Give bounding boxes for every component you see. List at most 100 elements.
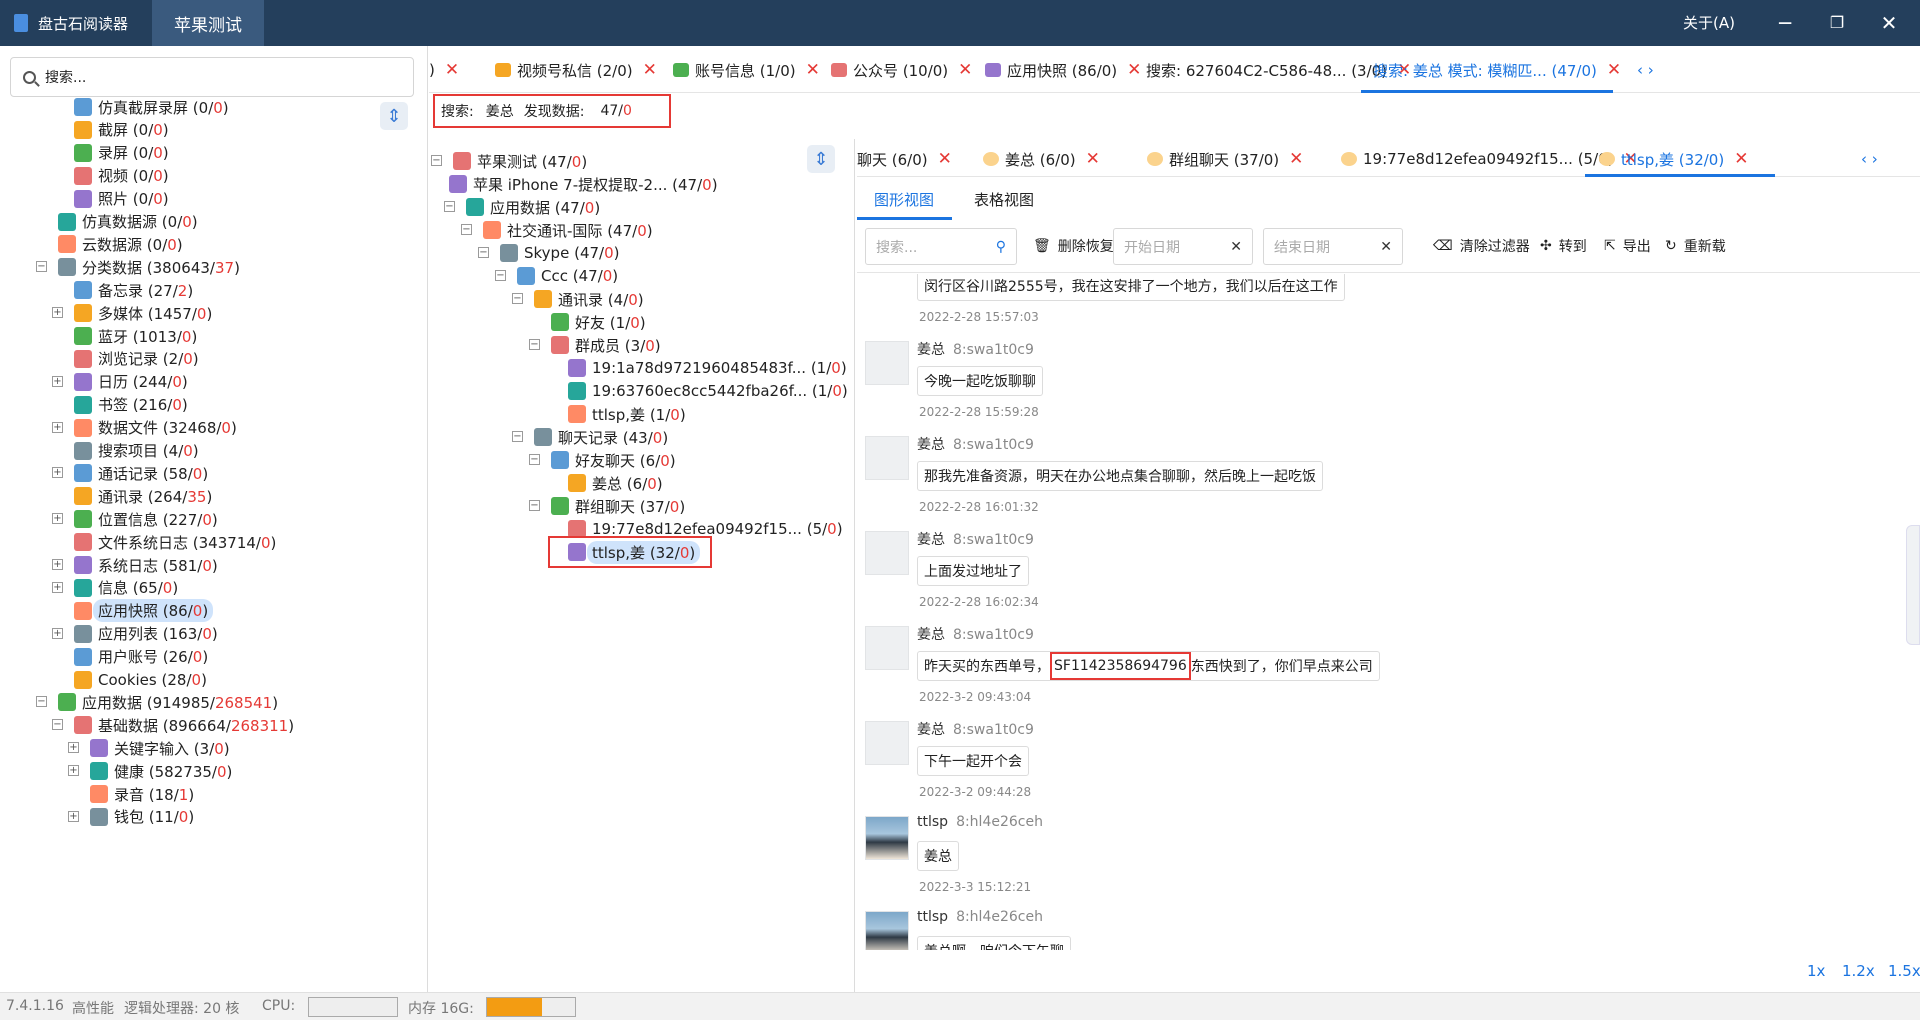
close-tab-icon[interactable]: ✕ [445,60,459,80]
result-tab[interactable]: 账号信息 (1/0) ✕ [673,58,820,82]
expander-icon[interactable]: − [478,247,489,258]
start-date-field[interactable]: 开始日期 ✕ [1113,228,1253,265]
result-tab[interactable]: 搜索: 627604C2-C586-48... (3/0) ✕ [1146,58,1411,82]
end-date-field[interactable]: 结束日期 ✕ [1263,228,1403,265]
expander-icon[interactable]: + [68,810,79,822]
result-tab[interactable]: 应用快照 (86/0) ✕ [985,58,1141,82]
clear-filter-button[interactable]: ⌫ 清除过滤器 [1433,236,1530,256]
tree-item[interactable]: 通讯录 (264/35) [74,484,212,508]
chat-tab[interactable]: 聊天 (6/0) ✕ [857,147,952,171]
result-tree-item[interactable]: 聊天记录 (43/0) [534,425,668,449]
result-tree-item[interactable]: 苹果 iPhone 7-提权提取-2... (47/0) [449,172,718,196]
expander-icon[interactable]: − [36,261,47,273]
chat-tab[interactable]: ttlsp,姜 (32/0) ✕ [1599,147,1748,171]
expander-icon[interactable]: − [512,431,523,442]
result-tab[interactable]: 搜索: 姜总 模式: 模糊匹... (47/0) ✕ [1373,58,1621,82]
result-tree-item[interactable]: Ccc (47/0) [517,264,618,288]
result-tree-item[interactable]: 社交通讯-国际 (47/0) [483,218,653,242]
zoom-option[interactable]: 1.5x [1888,962,1920,980]
result-tree-item[interactable]: 好友 (1/0) [551,310,646,334]
tree-item[interactable]: 蓝牙 (1013/0) [74,324,197,348]
search-input[interactable]: 搜索... [10,57,414,97]
close-tab-icon[interactable]: ✕ [958,60,972,80]
tree-item[interactable]: 仿真截屏录屏 (0/0) [74,95,229,119]
case-tab[interactable]: 苹果测试 [152,0,264,46]
goto-button[interactable]: ✣ 转到 [1540,236,1587,256]
expander-icon[interactable]: + [52,513,63,525]
result-tree-item[interactable]: 群组聊天 (37/0) [551,494,685,518]
chat-search-input[interactable]: 搜索... ⚲ [865,228,1017,265]
expander-icon[interactable]: − [529,454,540,465]
tree-item[interactable]: 云数据源 (0/0) [58,232,183,256]
tree-item[interactable]: 录屏 (0/0) [74,141,169,165]
collapse-all-icon[interactable]: ⇕ [380,102,408,130]
close-icon[interactable]: ✕ [1874,8,1904,38]
result-tree-item[interactable]: 通讯录 (4/0) [534,287,644,311]
expander-icon[interactable]: − [36,696,47,708]
tree-item[interactable]: 日历 (244/0) [74,370,188,394]
tree-item[interactable]: 浏览记录 (2/0) [74,347,199,371]
expander-icon[interactable]: + [68,742,79,754]
close-tab-icon[interactable]: ✕ [643,60,657,80]
tree-item[interactable]: 健康 (582735/0) [90,759,232,783]
result-tab[interactable]: 视频号私信 (2/0) ✕ [495,58,657,82]
expander-icon[interactable]: + [52,559,63,570]
close-tab-icon[interactable]: ✕ [1607,60,1621,80]
expander-icon[interactable]: − [52,719,63,731]
tree-item[interactable]: 系统日志 (581/0) [74,553,218,577]
tree-item[interactable]: 信息 (65/0) [74,576,178,600]
reload-button[interactable]: ↻ 重新载 [1665,236,1726,256]
result-tree-item[interactable]: 19:63760ec8cc5442fba26f... (1/0) [568,379,848,403]
close-tab-icon[interactable]: ✕ [1289,149,1303,169]
tree-item[interactable]: 位置信息 (227/0) [74,507,218,531]
clear-icon[interactable]: ✕ [1380,239,1392,255]
tree-item[interactable]: 书签 (216/0) [74,393,188,417]
tree-item[interactable]: 应用数据 (914985/268541) [58,690,278,714]
tree-item[interactable]: 分类数据 (380643/37) [58,255,240,279]
tab-scroll-arrows[interactable]: ‹ › [1861,147,1878,171]
tree-item[interactable]: Cookies (28/0) [74,668,207,692]
export-button[interactable]: ⇱ 导出 [1604,236,1651,256]
tree-item[interactable]: 文件系统日志 (343714/0) [74,530,276,554]
collapse-all-icon[interactable]: ⇕ [807,145,835,173]
expander-icon[interactable]: − [444,201,455,212]
tree-item[interactable]: 应用快照 (86/0) [74,599,214,623]
tree-item[interactable]: 钱包 (11/0) [90,805,194,829]
restore-icon[interactable]: ❐ [1822,8,1852,38]
expander-icon[interactable]: − [495,270,506,281]
tree-item[interactable]: 仿真数据源 (0/0) [58,210,198,234]
close-tab-icon[interactable]: ✕ [938,149,952,169]
expander-icon[interactable]: + [52,421,63,433]
result-tree-item[interactable]: ttlsp,姜 (1/0) [568,402,686,426]
delete-restore-button[interactable]: 🗑 删除恢复 [1033,236,1114,256]
result-tree-item[interactable]: 19:1a78d9721960485483f... (1/0) [568,356,847,380]
result-tree-item[interactable]: ttlsp,姜 (32/0) [548,536,713,568]
zoom-option[interactable]: 1.2x [1842,962,1875,980]
tab-graph-view[interactable]: 图形视图 [874,189,934,210]
expander-icon[interactable]: − [512,293,523,304]
expander-icon[interactable]: + [68,765,79,777]
expander-icon[interactable]: − [529,500,540,511]
result-tab[interactable]: 公众号 (10/0) ✕ [831,58,972,82]
result-tree-item[interactable]: 应用数据 (47/0) [466,195,600,219]
tree-item[interactable]: 通话记录 (58/0) [74,461,208,485]
result-tree-item[interactable]: 好友聊天 (6/0) [551,448,676,472]
about-menu[interactable]: 关于(A) [1683,12,1735,33]
expander-icon[interactable]: + [52,467,63,479]
tree-item[interactable]: 用户账号 (26/0) [74,645,208,669]
close-tab-icon[interactable]: ✕ [806,60,820,80]
tree-item[interactable]: 备忘录 (27/2) [74,278,193,302]
chat-tab[interactable]: 群组聊天 (37/0) ✕ [1147,147,1303,171]
tree-item[interactable]: 录音 (18/1) [90,782,194,806]
tree-item[interactable]: 基础数据 (896664/268311) [74,713,294,737]
expander-icon[interactable]: + [52,375,63,387]
close-tab-icon[interactable]: ✕ [1086,149,1100,169]
tree-item[interactable]: 关键字输入 (3/0) [90,736,230,760]
side-drawer-handle[interactable] [1906,525,1920,645]
tab-scroll-arrows[interactable]: ‹ › [1637,58,1654,82]
result-tree-item[interactable]: Skype (47/0) [500,241,620,265]
expander-icon[interactable]: + [52,581,63,593]
expander-icon[interactable]: + [52,627,63,639]
close-tab-icon[interactable]: ✕ [1127,60,1141,80]
result-tree-item[interactable]: 姜总 (6/0) [568,471,663,495]
